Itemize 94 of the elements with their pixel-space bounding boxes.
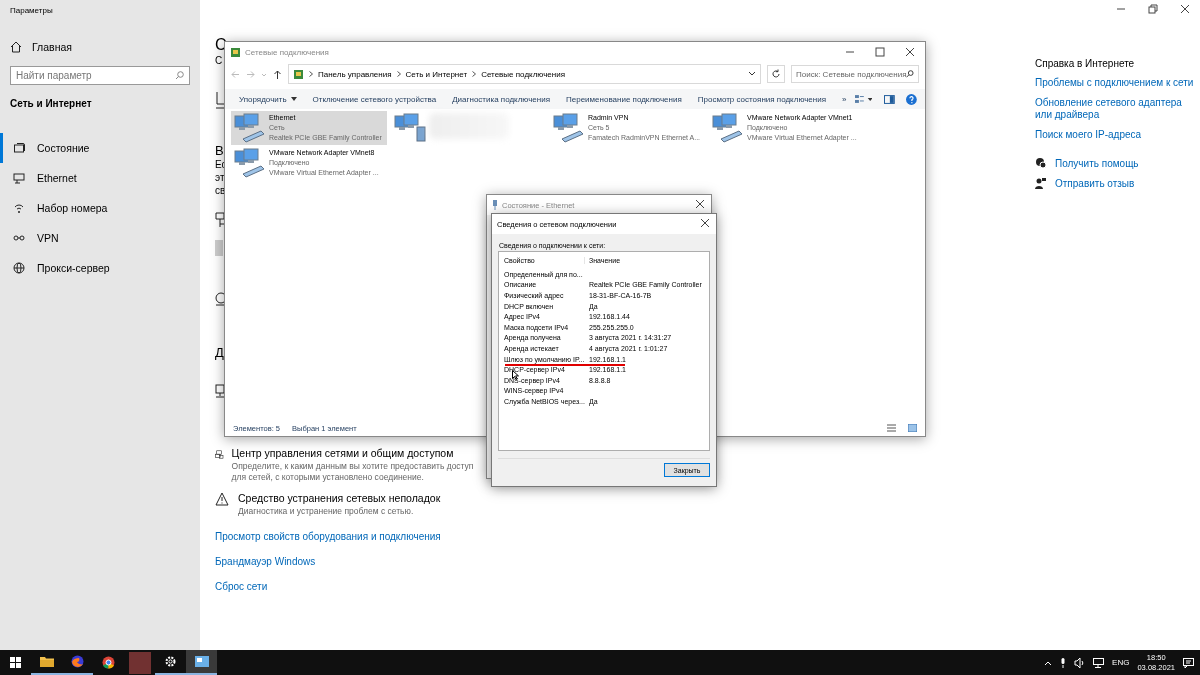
- network-adapter-icon: [552, 113, 586, 143]
- help-icon: [906, 93, 918, 105]
- nav-item[interactable]: Набор номера: [0, 193, 190, 223]
- control-panel-icon: [293, 68, 304, 80]
- warning-icon: [215, 491, 230, 507]
- window-title: Параметры: [10, 6, 54, 15]
- taskbar-app[interactable]: [186, 650, 217, 675]
- home-nav-item[interactable]: Главная: [10, 41, 190, 53]
- help-link[interactable]: Поиск моего IP-адреса: [1035, 129, 1195, 141]
- folder-icon: [39, 656, 54, 667]
- setting-title[interactable]: Средство устранения сетевых неполадок: [238, 491, 441, 504]
- tiles-view-icon: [908, 424, 917, 432]
- globe-monitor-icon: [215, 292, 225, 308]
- home-icon: [10, 41, 22, 53]
- truncated-text: Д: [215, 346, 224, 359]
- breadcrumb-chevron-icon: [396, 71, 401, 77]
- network-connections-icon: [230, 46, 241, 58]
- setting-title[interactable]: Центр управления сетями и общим доступом: [231, 447, 481, 459]
- nav-icon: [13, 172, 25, 184]
- toolbar-button[interactable]: Просмотр состояния подключения: [689, 89, 835, 109]
- nav-icon: [13, 202, 25, 214]
- search-field[interactable]: Найти параметр: [10, 66, 190, 85]
- search-field[interactable]: Поиск: Сетевые подключения: [791, 65, 919, 83]
- nav-item[interactable]: Состояние: [0, 133, 190, 163]
- settings-link[interactable]: Просмотр свойств оборудования и подключения: [215, 531, 1035, 543]
- network-computer-icon: [393, 113, 427, 143]
- help-action-link[interactable]: Отправить отзыв: [1055, 177, 1135, 189]
- breadcrumb-chevron-icon: [309, 71, 313, 77]
- toolbar-button[interactable]: Упорядочить: [231, 89, 305, 109]
- chevron-up-icon: [1044, 659, 1053, 666]
- toolbar-button[interactable]: Диагностика подключения: [444, 89, 558, 109]
- laptop-icon: [215, 90, 225, 110]
- toolbar-button[interactable]: »: [834, 89, 855, 109]
- language-indicator[interactable]: ENG: [1112, 658, 1130, 667]
- close-icon: [695, 199, 705, 209]
- nav-item[interactable]: VPN: [0, 223, 190, 253]
- nav-icon: [13, 262, 25, 274]
- nav-item[interactable]: Прокси-сервер: [0, 253, 190, 283]
- close-icon: [905, 47, 915, 57]
- speaker-icon: [1074, 657, 1086, 668]
- network-adapter-icon: [711, 113, 745, 143]
- view-options-icon: [854, 94, 873, 104]
- details-list[interactable]: [498, 251, 710, 451]
- network-monitor-icon: [1093, 657, 1105, 668]
- restore-icon: [1148, 4, 1158, 14]
- window-title: Сетевые подключения: [245, 47, 329, 57]
- network-plug-icon: [492, 200, 498, 210]
- toolbar-button[interactable]: Отключение сетевого устройства: [304, 89, 445, 109]
- help-action-link[interactable]: Получить помощь: [1055, 157, 1139, 169]
- network-window-icon: [194, 656, 209, 667]
- refresh-icon: [767, 65, 785, 83]
- close-icon: [1180, 4, 1190, 14]
- notifications-icon: [1183, 657, 1194, 668]
- help-chat-icon: [1035, 157, 1047, 169]
- network-adapter-icon: [233, 113, 267, 143]
- settings-link[interactable]: Сброс сети: [215, 581, 1035, 593]
- truncated-text: В: [215, 144, 224, 157]
- windows-logo-icon: [10, 657, 21, 668]
- settings-link[interactable]: Брандмауэр Windows: [215, 556, 1035, 568]
- search-icon: [906, 70, 914, 78]
- blurred-app-icon: [128, 651, 151, 674]
- fox-globe-icon: [71, 655, 84, 668]
- close-icon: [700, 218, 710, 228]
- address-bar[interactable]: Панель управления Сеть и Интернет Сетевые подключения: [288, 64, 761, 84]
- dropdown-caret-icon: [290, 97, 297, 101]
- monitor-icon: [215, 384, 225, 398]
- chrome-icon: [102, 656, 115, 669]
- network-center-icon: [215, 447, 224, 462]
- setting-description: Определите, к каким данным вы хотите предоставить доступ для сетей, с которыми установлено соединение.: [231, 461, 475, 484]
- microphone-icon: [1060, 657, 1067, 668]
- search-icon: [175, 71, 184, 80]
- network-adapter-icon: [233, 148, 267, 178]
- help-link[interactable]: Проблемы с подключением к сети: [1035, 77, 1195, 89]
- help-heading: Справка в Интернете: [1035, 58, 1136, 69]
- settings-icon: [164, 655, 177, 668]
- section-heading: Сеть и Интернет: [10, 98, 93, 109]
- toolbar-button[interactable]: Переименование подключения: [558, 89, 690, 109]
- truncated-text: С: [215, 56, 223, 66]
- help-link[interactable]: Обновление сетевого адаптера или драйвера: [1035, 97, 1195, 121]
- nav-icon: [13, 232, 25, 244]
- back-arrow-icon: [231, 69, 240, 79]
- breadcrumb-chevron-icon: [472, 71, 477, 77]
- forward-arrow-icon: [246, 69, 255, 79]
- dropdown-caret-icon: [748, 71, 756, 77]
- nav-item[interactable]: Ethernet: [0, 163, 190, 193]
- maximize-icon: [875, 47, 885, 57]
- setting-description: Диагностика и устранение проблем с сетью.: [238, 505, 415, 518]
- network-icon: [215, 212, 225, 228]
- nav-icon: [13, 142, 25, 154]
- up-arrow-icon: [273, 69, 282, 79]
- feedback-person-icon: [1035, 177, 1047, 189]
- details-view-icon: [887, 424, 896, 432]
- preview-pane-icon: [883, 94, 895, 104]
- truncated-text: эт: [215, 173, 225, 183]
